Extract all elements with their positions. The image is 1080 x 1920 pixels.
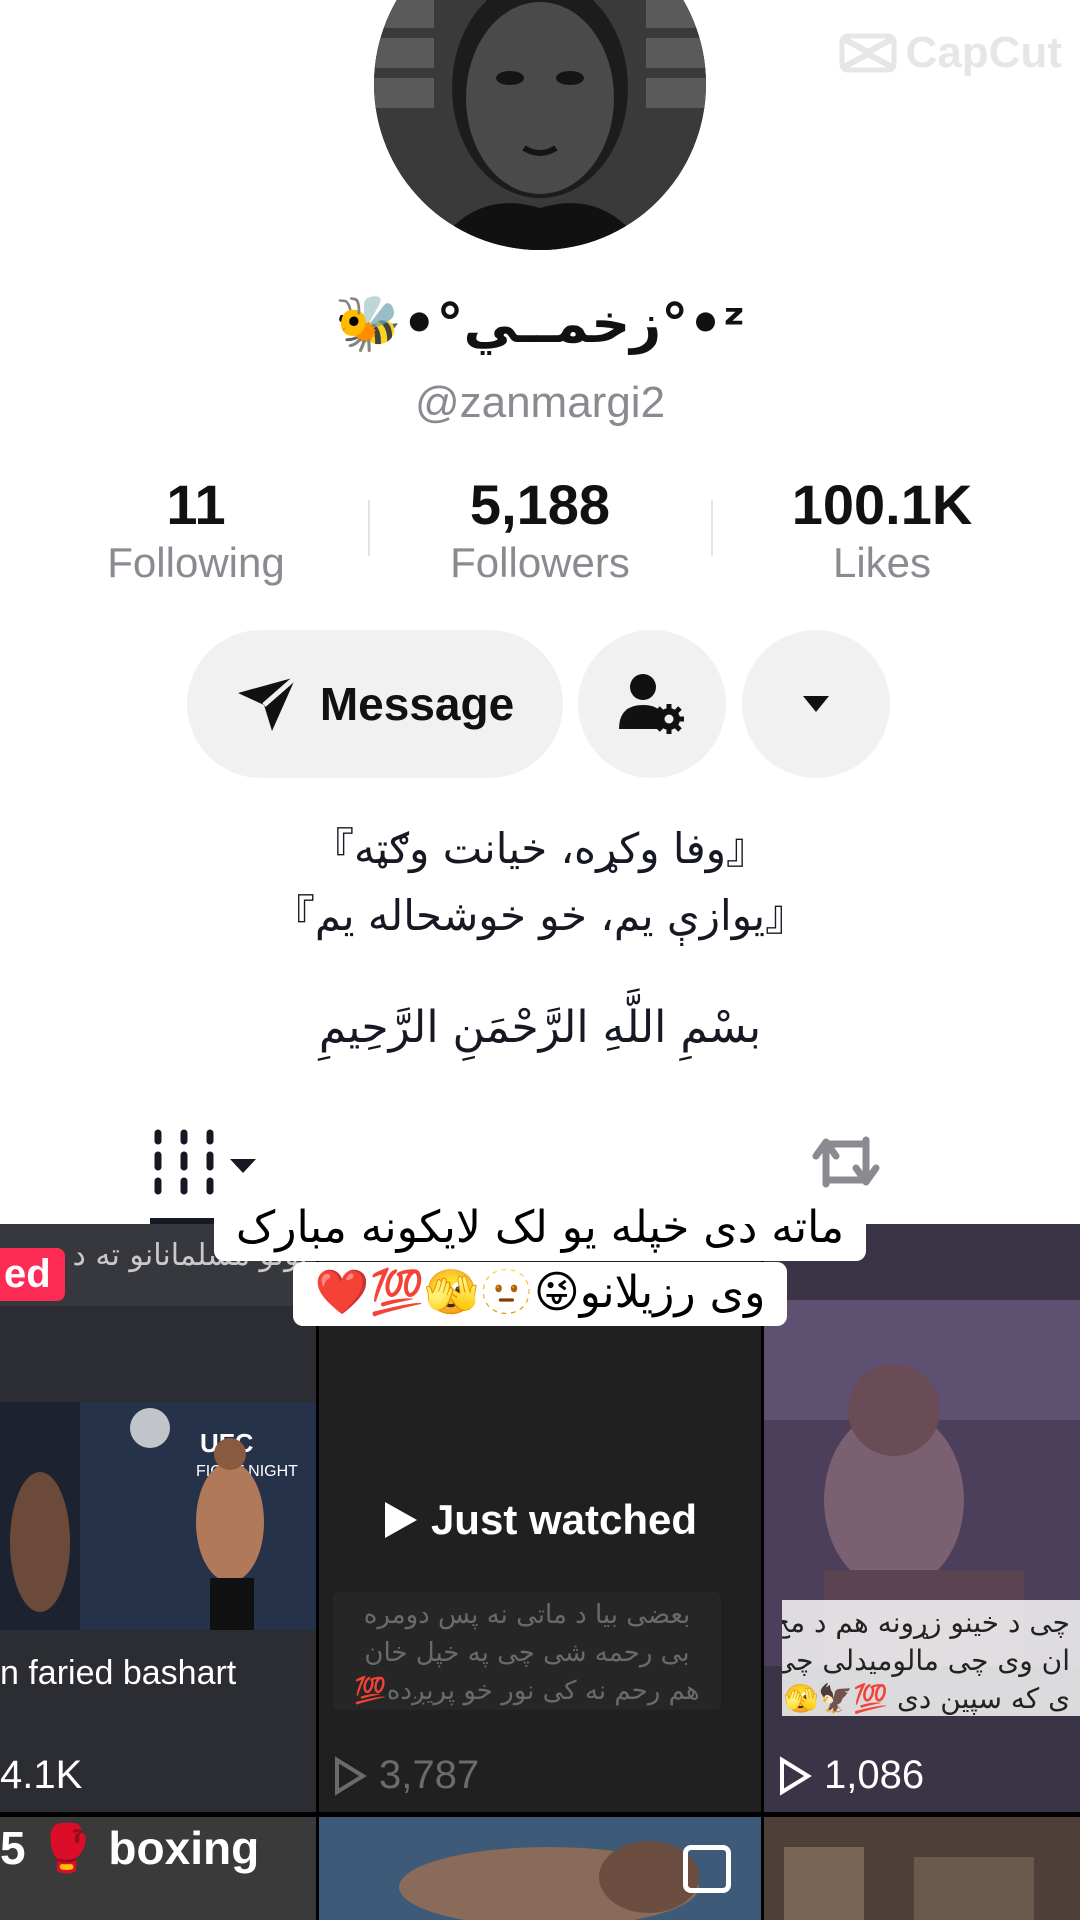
video-caption-line: ماته دی خپله یو لک لایکونه مبارک [0,1198,1080,1261]
video-title: 5 🥊 boxing [0,1822,260,1874]
video-caption-line: وی رزیلانو😜🫥🫣💯❤️ [0,1262,1080,1326]
profile-stats: 11 Following 5,188 Followers 100.1K Like… [0,472,1080,592]
capcut-watermark: CapCut [838,28,1062,78]
multi-photo-icon [683,1845,731,1893]
add-friend-settings-button[interactable] [578,630,726,778]
send-icon [237,675,298,731]
bio-line: 『یوازې یم، خو خوشحاله یم』 [272,891,808,940]
avatar-image [374,0,706,250]
thumbnail-image: UFC FIGHT NIGHT [0,1402,316,1630]
overlay-line: هم رحم نه کی نور خو پریږده💯 [354,1676,700,1706]
just-watched-text: Just watched [430,1496,698,1543]
display-name: ᶻ•°زخمــي°•🐝 [334,292,746,355]
bio-line: 『وفا وکړه، خیانت وګټه』 [311,824,769,873]
overlay-line: بی رحمه شی چی په خپل خان [364,1638,690,1668]
message-label: Message [319,678,515,730]
thumbnail-image [764,1817,1080,1920]
message-button[interactable]: Message [187,630,563,778]
thumbnail-overlay-text: چی د خینو زړونه هم د مخ ان وی چی مالومید… [782,1600,1080,1716]
grid-icon [154,1129,256,1195]
overlay-line: ی که سپین دی 💯🦅🫣 [783,1682,1070,1715]
bio-line: بسْمِ اللَّهِ الرَّحْمَنِ الرَّحِيمِ [318,1002,762,1053]
likes-label: Likes [832,539,932,586]
video-thumbnail[interactable] [319,1817,761,1920]
play-outline-icon [335,1755,367,1796]
repost-icon [812,1136,880,1188]
video-grid: بولو مسلمانانو ته د ed UFC FIGHT NIGHT n… [0,1224,1080,1920]
thumbnail-overlay-text: بعضی بیا د ماتی نه پس دومره بی رحمه شی چ… [333,1592,721,1710]
video-thumbnail[interactable] [764,1817,1080,1920]
caret-down-icon [803,696,829,712]
video-title: n faried bashart [0,1654,237,1692]
watermark-text: CapCut [905,28,1062,77]
play-outline-icon [780,1755,812,1796]
play-icon [384,1502,417,1538]
stat-likes[interactable]: 100.1K Likes [732,472,1032,587]
profile-actions: Message [0,630,1080,778]
add-friend-settings-icon [619,674,684,734]
stat-following[interactable]: 11 Following [46,472,346,587]
followers-label: Followers [450,539,630,586]
stat-followers[interactable]: 5,188 Followers [390,472,690,587]
overlay-line: بعضی بیا د ماتی نه پس دومره [363,1600,691,1630]
just-watched-label: Just watched [319,1496,761,1544]
caption-text: ماته دی خپله یو لک لایکونه مبارک [213,1198,867,1261]
caption-text: وی رزیلانو😜🫥🫣💯❤️ [292,1262,788,1326]
capcut-logo-icon [839,33,897,73]
username[interactable]: @zanmargi2 [0,378,1080,428]
tab-videos[interactable] [150,1122,290,1202]
view-count: 1,086 [778,1753,924,1798]
view-count-value: 4.1K [0,1753,83,1797]
followers-count: 5,188 [469,473,611,536]
video-thumbnail[interactable]: 5 🥊 boxing [0,1817,316,1920]
overlay-line: ان وی چی مالومیدلی چی [782,1644,1070,1677]
overlay-line: چی د خینو زړونه هم د مخ [782,1606,1070,1639]
more-options-button[interactable] [742,630,890,778]
likes-count: 100.1K [791,473,973,536]
stats-divider [711,500,713,556]
profile-avatar[interactable] [374,0,706,250]
following-label: Following [107,539,285,586]
view-count: 4.1K [0,1753,82,1798]
tab-reposts[interactable] [806,1122,886,1202]
view-count-value: 3,787 [379,1753,480,1797]
view-count-value: 1,086 [824,1753,925,1797]
view-count: 3,787 [333,1753,479,1798]
stats-divider [368,500,370,556]
following-count: 11 [166,473,226,536]
